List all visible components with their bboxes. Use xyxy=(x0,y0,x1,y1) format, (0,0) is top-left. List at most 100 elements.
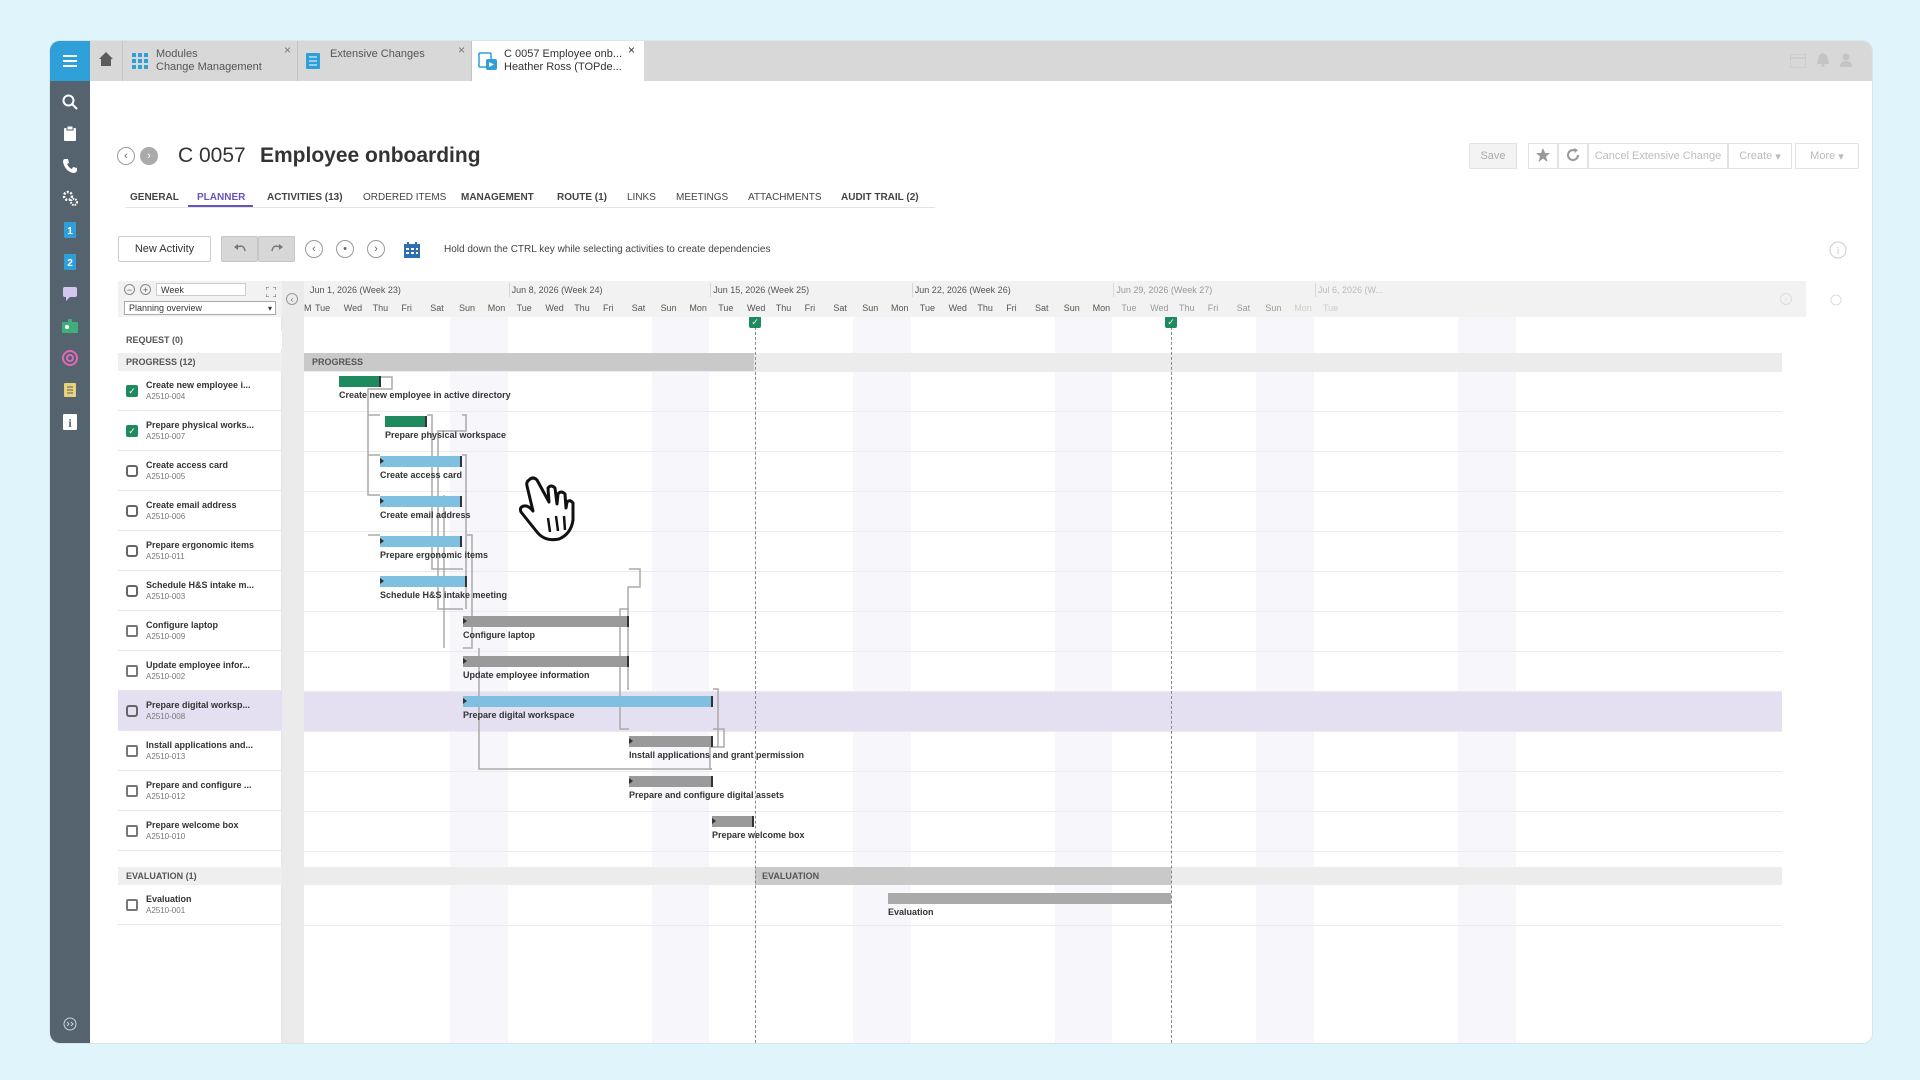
step-two-icon[interactable]: 2 xyxy=(50,249,90,275)
bar-end-handle[interactable] xyxy=(425,416,427,427)
tab-meetings[interactable]: MEETINGS xyxy=(676,192,728,203)
bar-end-handle[interactable] xyxy=(460,536,462,547)
close-icon[interactable]: × xyxy=(458,44,465,57)
list-item[interactable]: Prepare ergonomic items A2510-011 xyxy=(118,531,282,571)
phone-support-icon[interactable] xyxy=(50,153,90,179)
bar-end-handle[interactable] xyxy=(711,696,713,707)
tab-links[interactable]: LINKS xyxy=(627,192,656,203)
forward-button[interactable]: › xyxy=(140,147,158,165)
undo-button[interactable] xyxy=(221,236,258,262)
list-item[interactable]: Prepare digital worksp... A2510-008 xyxy=(118,691,282,731)
bar-end-handle[interactable] xyxy=(627,616,629,627)
settings-icon[interactable] xyxy=(50,185,90,211)
calendar-icon[interactable] xyxy=(1789,53,1807,73)
save-button[interactable]: Save xyxy=(1469,143,1517,169)
bar-end-handle[interactable] xyxy=(465,576,467,587)
gantt-bar[interactable] xyxy=(463,656,629,667)
zoom-level-field[interactable]: Week xyxy=(156,283,246,296)
gantt-bar[interactable] xyxy=(463,616,629,627)
fullscreen-icon[interactable] xyxy=(265,284,277,302)
id-card-icon[interactable] xyxy=(50,313,90,339)
tab-management[interactable]: MANAGEMENT xyxy=(461,192,534,203)
splitter[interactable]: ‹ xyxy=(282,281,304,1043)
favorite-button[interactable] xyxy=(1528,143,1558,169)
bar-end-handle[interactable] xyxy=(379,376,381,387)
scroll-left-button[interactable]: ‹ xyxy=(305,240,323,258)
bar-end-handle[interactable] xyxy=(752,816,754,827)
tab-planner[interactable]: PLANNER xyxy=(197,192,245,203)
step-one-icon[interactable]: 1 xyxy=(50,217,90,243)
tab-audit-trail[interactable]: AUDIT TRAIL (2) xyxy=(841,192,919,203)
clipboard-icon[interactable] xyxy=(50,121,90,147)
search-icon[interactable] xyxy=(50,89,90,115)
list-item[interactable]: Create access card A2510-005 xyxy=(118,451,282,491)
tab-route[interactable]: ROUTE (1) xyxy=(557,192,607,203)
gantt-bar[interactable] xyxy=(629,776,713,787)
refresh-button[interactable] xyxy=(1558,143,1588,169)
bell-icon[interactable] xyxy=(1817,53,1829,72)
group-evaluation[interactable]: EVALUATION (1) xyxy=(118,867,282,885)
info-circle-icon[interactable]: i xyxy=(1829,241,1847,264)
gantt-bar[interactable] xyxy=(629,736,713,747)
list-item[interactable]: ✓ Create new employee i... A2510-004 xyxy=(118,371,282,411)
new-activity-button[interactable]: New Activity xyxy=(118,236,211,262)
tab-general[interactable]: GENERAL xyxy=(130,192,179,203)
chat-icon[interactable] xyxy=(50,281,90,307)
bar-end-handle[interactable] xyxy=(460,496,462,507)
tab-extensive-changes[interactable]: Extensive Changes × xyxy=(298,41,470,81)
gantt-bar[interactable] xyxy=(712,816,754,827)
list-item[interactable]: Update employee infor... A2510-002 xyxy=(118,651,282,691)
more-dropdown[interactable]: More ▾ xyxy=(1795,143,1859,169)
bar-end-handle[interactable] xyxy=(711,776,713,787)
list-item[interactable]: ✓ Prepare physical works... A2510-007 xyxy=(118,411,282,451)
gantt-bar[interactable] xyxy=(380,496,462,507)
gantt-bar[interactable] xyxy=(339,376,381,387)
home-icon[interactable] xyxy=(98,51,114,72)
tab-employee-onboarding[interactable]: C 0057 Employee onb... Heather Ross (TOP… xyxy=(472,41,644,81)
gantt-bar[interactable] xyxy=(380,576,467,587)
bar-end-handle[interactable] xyxy=(711,736,713,747)
tab-modules[interactable]: Modules Change Management × xyxy=(124,41,296,81)
close-icon[interactable]: × xyxy=(628,44,635,57)
zoom-out-button[interactable]: − xyxy=(124,284,135,295)
zoom-in-button[interactable]: + xyxy=(140,284,151,295)
scroll-right-button[interactable]: › xyxy=(367,240,385,258)
expand-icon[interactable] xyxy=(50,1011,90,1037)
day-header: Sun xyxy=(862,303,879,313)
list-item[interactable]: Create email address A2510-006 xyxy=(118,491,282,531)
list-item[interactable]: Prepare welcome box A2510-010 xyxy=(118,811,282,851)
list-item[interactable]: Schedule H&S intake m... A2510-003 xyxy=(118,571,282,611)
tab-ordered-items[interactable]: ORDERED ITEMS xyxy=(363,192,446,203)
create-dropdown[interactable]: Create ▾ xyxy=(1728,143,1792,169)
today-button[interactable]: • xyxy=(336,240,354,258)
group-request[interactable]: REQUEST (0) xyxy=(118,331,282,349)
tab-attachments[interactable]: ATTACHMENTS xyxy=(748,192,822,203)
gantt-bar[interactable] xyxy=(380,536,462,547)
bar-end-handle[interactable] xyxy=(460,456,462,467)
view-select[interactable]: Planning overview ▾ xyxy=(124,301,276,315)
gantt-bar[interactable] xyxy=(385,416,427,427)
user-settings-icon[interactable] xyxy=(1840,53,1854,72)
target-icon[interactable] xyxy=(50,345,90,371)
bar-end-handle[interactable] xyxy=(627,656,629,667)
gantt-bar[interactable] xyxy=(463,696,713,707)
list-item[interactable]: Configure laptop A2510-009 xyxy=(118,611,282,651)
redo-button[interactable] xyxy=(258,236,295,262)
collapse-left-icon[interactable]: ‹ xyxy=(286,293,298,305)
tasks-icon[interactable] xyxy=(50,377,90,403)
back-button[interactable]: ‹ xyxy=(117,147,135,165)
calendar-icon[interactable] xyxy=(404,242,420,263)
list-item[interactable]: Evaluation A2510-001 xyxy=(118,885,282,925)
gantt-bar[interactable] xyxy=(380,456,462,467)
list-item[interactable]: Prepare and configure ... A2510-012 xyxy=(118,771,282,811)
info-icon[interactable]: i xyxy=(50,409,90,435)
scroll-timeline-right-icon[interactable]: › xyxy=(1780,293,1792,305)
group-progress[interactable]: PROGRESS (12) xyxy=(118,353,282,371)
list-item[interactable]: Install applications and... A2510-013 xyxy=(118,731,282,771)
close-icon[interactable]: × xyxy=(284,44,291,57)
gantt-bar[interactable] xyxy=(888,893,1171,904)
tab-activities[interactable]: ACTIVITIES (13) xyxy=(267,192,343,203)
side-expand-icon[interactable] xyxy=(1830,293,1842,311)
menu-icon[interactable] xyxy=(50,41,90,81)
cancel-extensive-change-button[interactable]: Cancel Extensive Change xyxy=(1588,143,1728,169)
